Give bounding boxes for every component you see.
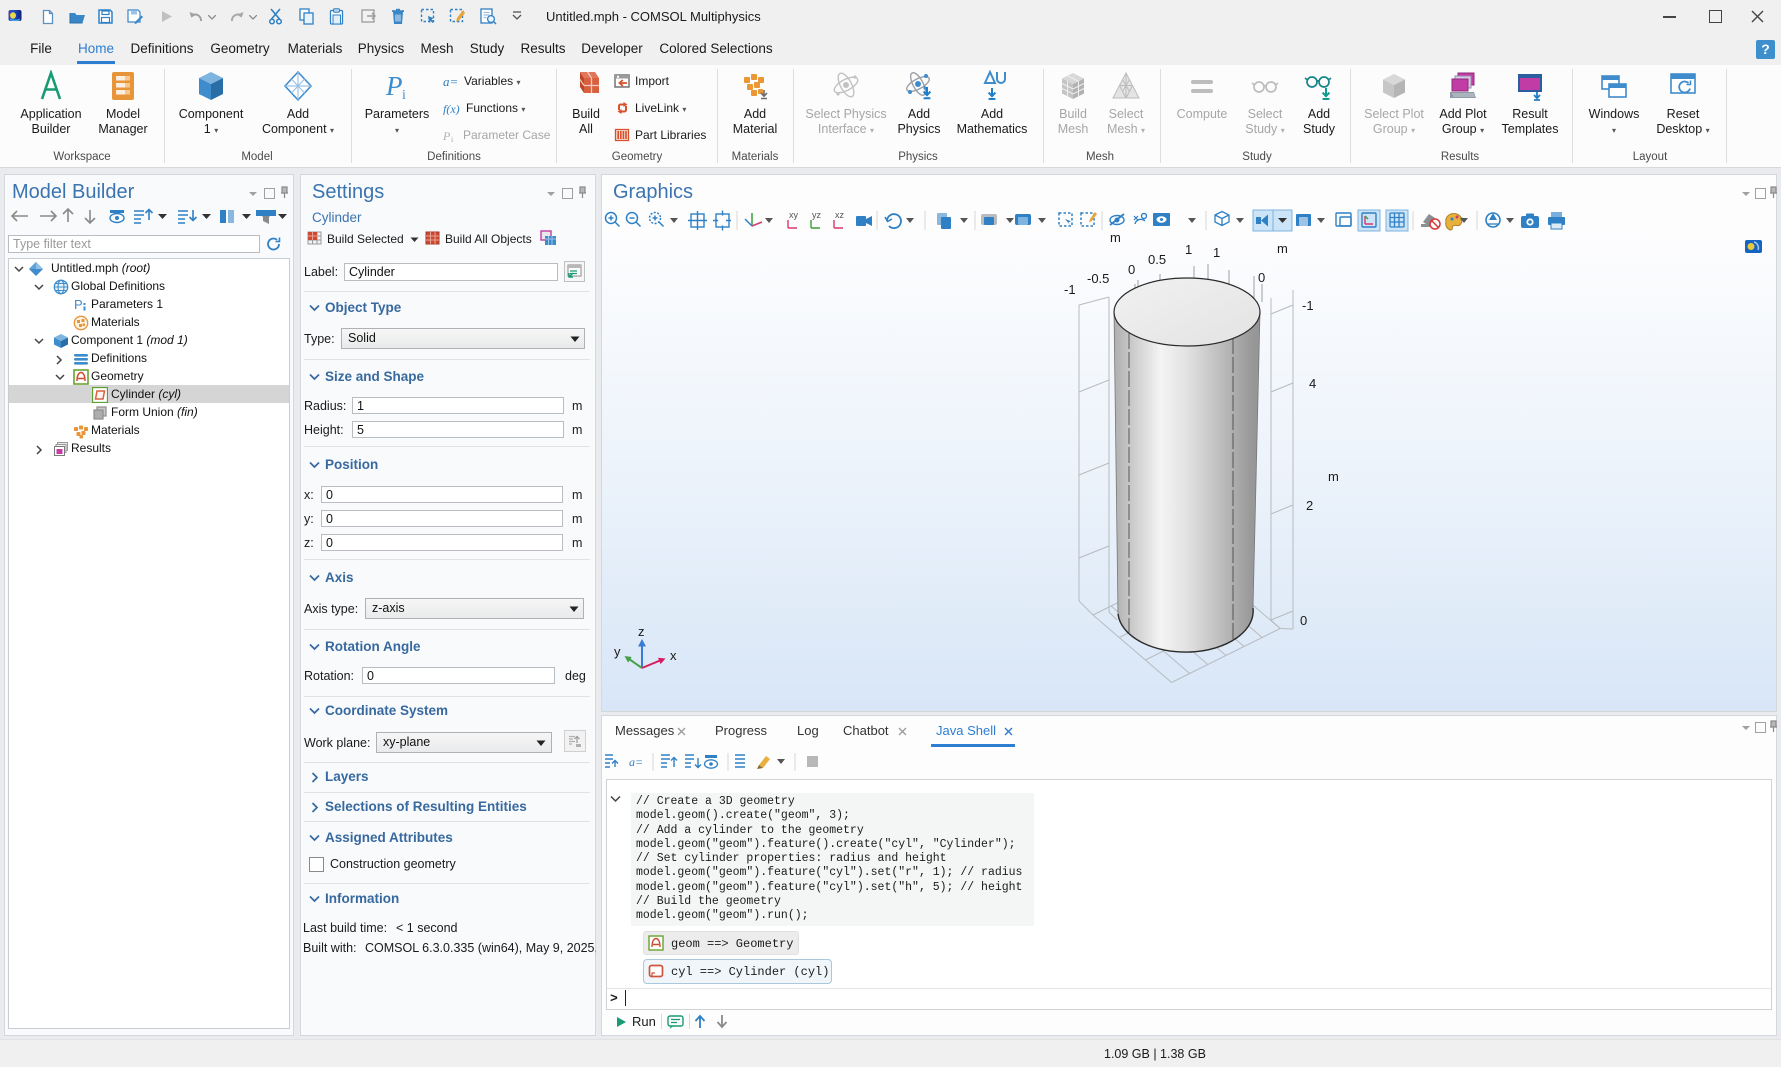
svg-text:4: 4 [1309, 376, 1316, 391]
svg-text:P: P [385, 71, 403, 101]
svg-text:0: 0 [1300, 613, 1307, 628]
svg-text:yz: yz [812, 210, 822, 220]
svg-text:-0.5: -0.5 [1087, 271, 1109, 286]
svg-text:1: 1 [1213, 245, 1220, 260]
svg-text:i: i [402, 88, 406, 102]
svg-text:m: m [1110, 232, 1121, 245]
svg-text:2: 2 [1306, 498, 1313, 513]
svg-text:f(x): f(x) [443, 102, 460, 115]
svg-text:x: x [670, 648, 677, 663]
svg-text:xy: xy [789, 210, 799, 220]
svg-text:0: 0 [1128, 262, 1135, 277]
svg-text:P: P [74, 297, 83, 312]
svg-text:P: P [443, 129, 451, 142]
svg-text:m: m [1277, 241, 1288, 256]
svg-text:a=: a= [443, 75, 458, 88]
svg-text:0.5: 0.5 [1148, 252, 1166, 267]
svg-text:xz: xz [835, 210, 845, 220]
svg-text:1: 1 [1185, 242, 1192, 257]
svg-text:i: i [451, 135, 454, 142]
svg-text:-1: -1 [1302, 298, 1314, 313]
svg-text:0: 0 [1258, 270, 1265, 285]
svg-text:m: m [1328, 469, 1339, 484]
svg-text:z: z [638, 624, 645, 639]
svg-text:y: y [614, 644, 621, 659]
svg-text:a=: a= [629, 755, 643, 769]
svg-text:-1: -1 [1064, 282, 1076, 297]
